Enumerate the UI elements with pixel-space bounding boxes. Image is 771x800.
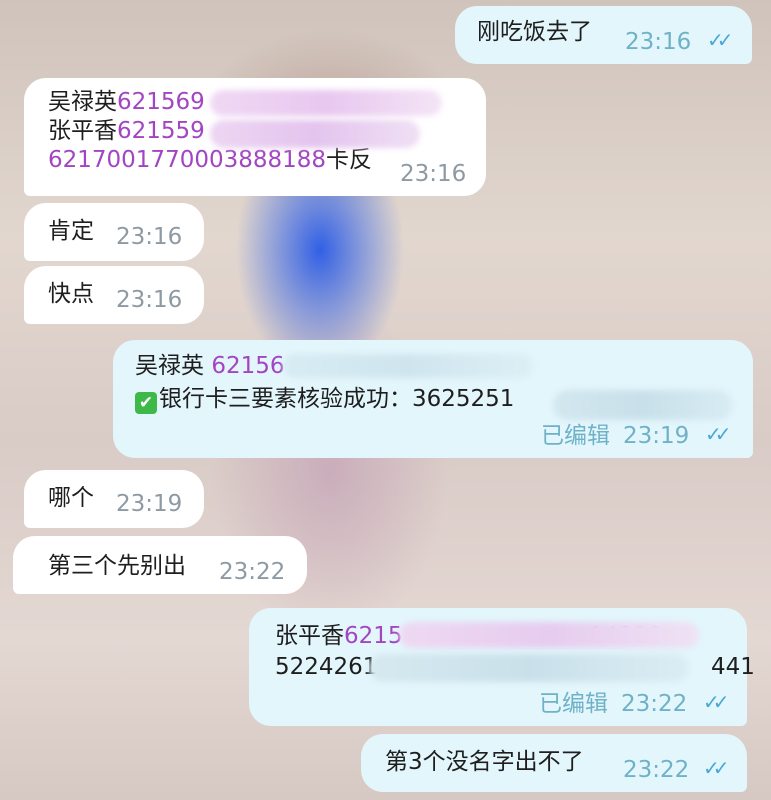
message-time: 23:19 — [623, 423, 690, 449]
double-check-icon: ✓✓ — [703, 756, 729, 780]
double-check-icon: ✓✓ — [707, 28, 733, 52]
message-text: 第3个没名字出不了 — [385, 749, 584, 775]
redaction-smear — [399, 622, 699, 648]
message-time: 23:22 — [621, 691, 688, 717]
incoming-message[interactable]: 吴禄英621569 张平香621559 6217001770003888188卡… — [24, 78, 486, 196]
account-number: 6215 — [344, 623, 403, 649]
outgoing-message[interactable]: 刚吃饭去了 23:16 ✓✓ — [455, 6, 752, 64]
message-time: 23:19 — [116, 491, 183, 517]
redaction-smear — [553, 390, 733, 420]
message-time: 23:16 — [116, 224, 183, 250]
double-check-icon: ✓✓ — [705, 422, 731, 446]
double-check-icon: ✓✓ — [703, 690, 729, 714]
message-text: 肯定 — [48, 218, 94, 244]
account-number: 62156 — [211, 353, 285, 379]
message-time: 23:16 — [400, 161, 467, 187]
message-text: 第三个先别出 — [48, 553, 186, 579]
incoming-message[interactable]: 第三个先别出 23:22 — [13, 536, 307, 594]
outgoing-message[interactable]: 第3个没名字出不了 23:22 ✓✓ — [361, 734, 747, 792]
redaction-smear — [210, 120, 420, 148]
message-time: 23:16 — [116, 287, 183, 313]
account-name: 张平香 — [48, 118, 117, 144]
incoming-message[interactable]: 哪个 23:19 — [24, 470, 204, 528]
message-time: 23:22 — [623, 757, 690, 783]
redaction-smear — [210, 90, 442, 116]
account-name: 吴禄英 — [135, 353, 212, 379]
message-text: 哪个 — [48, 485, 94, 511]
redaction-smear — [283, 354, 533, 378]
outgoing-message[interactable]: 张平香621514880 5224261441 已编辑 23:22 ✓✓ — [249, 608, 755, 726]
message-text: 银行卡三要素核验成功：3625251 — [159, 386, 515, 412]
edited-label: 已编辑 — [539, 691, 608, 717]
message-text: 刚吃饭去了 — [477, 19, 592, 45]
message-time: 23:22 — [219, 559, 286, 585]
account-number: 621569 — [117, 89, 205, 115]
incoming-message[interactable]: 快点 23:16 — [24, 266, 204, 324]
message-text: 卡反 — [326, 147, 373, 173]
message-text: 快点 — [48, 281, 94, 307]
message-text: 5224261 — [275, 654, 378, 680]
outgoing-message[interactable]: 吴禄英 62156 ✔ 银行卡三要素核验成功：3625251 已编辑 23:19 … — [113, 340, 753, 458]
check-mark-button-icon: ✔ — [135, 392, 157, 414]
message-time: 23:16 — [625, 29, 692, 55]
redaction-smear — [369, 654, 689, 682]
account-number: 621559 — [117, 118, 205, 144]
edited-label: 已编辑 — [541, 423, 610, 449]
account-name: 吴禄英 — [48, 89, 117, 115]
account-number: 6217001770003888188 — [48, 147, 327, 173]
message-text-tail: 441 — [711, 654, 755, 680]
incoming-message[interactable]: 肯定 23:16 — [24, 203, 204, 261]
account-name: 张平香 — [275, 623, 344, 649]
